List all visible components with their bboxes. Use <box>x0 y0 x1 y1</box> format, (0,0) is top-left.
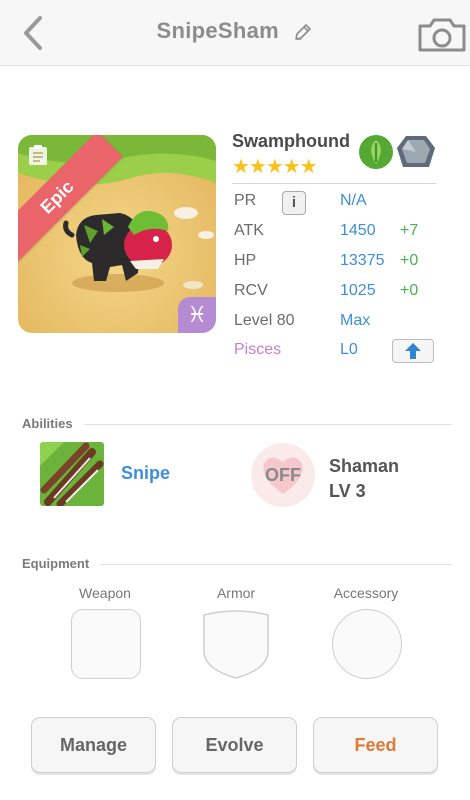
shield-slot-icon <box>203 610 269 679</box>
pencil-icon[interactable] <box>293 22 313 42</box>
stat-label: ATK <box>234 222 264 239</box>
stat-row-level: Level 80 Max <box>232 310 442 336</box>
accessory-slot[interactable] <box>332 609 402 679</box>
snipe-ability-icon[interactable] <box>40 442 104 506</box>
stat-bonus: +0 <box>400 252 419 269</box>
stat-label: Level 80 <box>234 312 295 329</box>
stat-row-pr: PR i N/A <box>232 190 442 216</box>
camera-icon <box>418 18 466 52</box>
stat-label: HP <box>234 252 257 269</box>
snipe-ability-name[interactable]: Snipe <box>121 463 170 484</box>
feed-button[interactable]: Feed <box>313 717 438 773</box>
stat-row-rcv: RCV 1025 +0 <box>232 280 442 306</box>
monster-portrait[interactable]: Epic ♓ <box>18 135 216 333</box>
abilities-section-title: Abilities <box>22 416 73 431</box>
pisces-zodiac-icon: ♓ <box>178 297 216 333</box>
monster-nickname[interactable]: SnipeSham <box>157 18 280 43</box>
section-divider <box>100 564 452 565</box>
manage-button[interactable]: Manage <box>31 717 156 773</box>
ability-level-line: LV 3 <box>329 481 366 501</box>
stat-row-hp: HP 13375 +0 <box>232 250 442 276</box>
stat-label: RCV <box>234 282 268 299</box>
monster-species-name: Swamphound <box>232 131 350 151</box>
claw-slash-icon <box>40 442 104 506</box>
star-rating: ★★★★★ <box>232 156 318 178</box>
stat-row-sign: Pisces L0 <box>232 339 442 365</box>
armor-label: Armor <box>216 585 256 601</box>
weapon-slot[interactable] <box>71 609 141 679</box>
info-button[interactable]: i <box>282 191 306 215</box>
shaman-ability-name: Shaman LV 3 <box>329 454 399 504</box>
stone-element-icon <box>397 136 435 167</box>
notes-icon[interactable] <box>26 143 50 167</box>
stat-label: Pisces <box>234 341 282 358</box>
stat-bonus: +7 <box>400 222 419 239</box>
shaman-ability-icon[interactable]: OFF <box>250 442 316 508</box>
leaf-element-icon <box>359 135 393 169</box>
title-area: SnipeSham <box>0 18 470 44</box>
stat-value: Max <box>340 312 371 329</box>
section-divider <box>84 424 452 425</box>
upgrade-button[interactable] <box>392 339 434 363</box>
accessory-label: Accessory <box>333 585 399 601</box>
armor-slot[interactable] <box>201 609 271 679</box>
camera-button[interactable] <box>416 14 470 54</box>
arrow-up-icon <box>405 343 421 359</box>
equipment-section-title: Equipment <box>22 556 90 571</box>
weapon-label: Weapon <box>79 585 131 601</box>
stat-value: N/A <box>340 192 367 209</box>
stat-row-atk: ATK 1450 +7 <box>232 220 442 246</box>
stat-value: 13375 <box>340 252 385 269</box>
info-divider <box>232 183 436 184</box>
stat-label: PR <box>234 192 257 209</box>
stat-value: 1025 <box>340 282 376 299</box>
top-bar: SnipeSham <box>0 0 470 66</box>
evolve-button[interactable]: Evolve <box>172 717 297 773</box>
ability-name-line: Shaman <box>329 456 400 476</box>
stat-bonus: +0 <box>400 282 419 299</box>
ability-off-label: OFF <box>265 465 301 485</box>
stat-value: 1450 <box>340 222 376 239</box>
stat-value: L0 <box>340 341 358 358</box>
